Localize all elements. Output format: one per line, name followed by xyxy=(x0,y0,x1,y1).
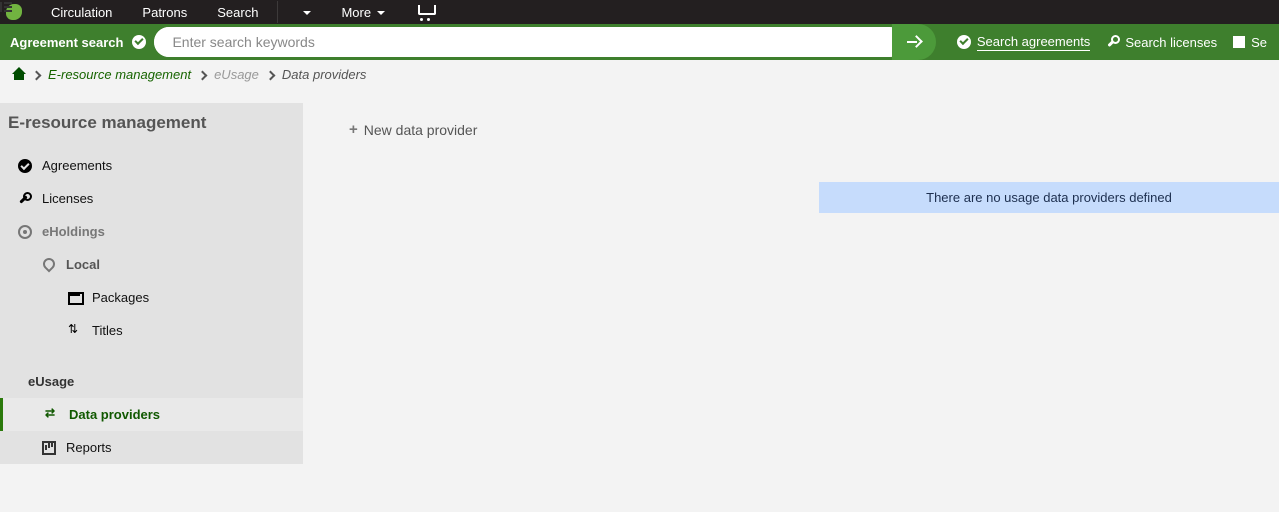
sidebar-item-titles[interactable]: Titles xyxy=(0,314,303,347)
sidebar-item-label: Licenses xyxy=(42,191,93,206)
search-licenses-link[interactable]: Search licenses xyxy=(1106,35,1217,50)
search-licenses-label: Search licenses xyxy=(1125,35,1217,50)
wrench-icon xyxy=(1106,36,1119,49)
sidebar-item-label: Packages xyxy=(92,290,149,305)
breadcrumb-section: eUsage xyxy=(214,67,259,82)
breadcrumb-page: Data providers xyxy=(282,67,367,82)
topnav-search-options[interactable] xyxy=(282,5,326,20)
sidebar-item-reports[interactable]: Reports xyxy=(0,431,303,464)
topnav-more[interactable]: More xyxy=(326,5,400,20)
sidebar-item-label: Titles xyxy=(92,323,123,338)
sidebar-title: E-resource management xyxy=(0,105,303,149)
main-content: New data provider There are no usage dat… xyxy=(303,103,1279,464)
cart-icon[interactable] xyxy=(418,5,434,19)
app-logo[interactable] xyxy=(6,4,22,20)
search-bar: Agreement search Search agreements Searc… xyxy=(0,24,1279,60)
chevron-right-icon xyxy=(267,67,274,82)
sidebar-item-label: eHoldings xyxy=(42,224,105,239)
sidebar-item-label: Reports xyxy=(66,440,112,455)
sidebar-section-eusage[interactable]: eUsage xyxy=(0,365,303,398)
package-icon xyxy=(68,291,82,305)
topnav-search[interactable]: Search xyxy=(202,5,273,20)
sidebar-item-label: Local xyxy=(66,257,100,272)
search-input[interactable] xyxy=(154,27,903,57)
check-circle-icon xyxy=(18,159,32,173)
search-third-label: Se xyxy=(1251,35,1267,50)
sidebar: E-resource management Agreements License… xyxy=(0,103,303,464)
report-icon xyxy=(42,441,56,455)
empty-state-message: There are no usage data providers define… xyxy=(819,182,1279,213)
wrench-icon xyxy=(18,192,32,206)
sidebar-item-eholdings[interactable]: eHoldings xyxy=(0,215,303,248)
sidebar-item-licenses[interactable]: Licenses xyxy=(0,182,303,215)
sidebar-item-packages[interactable]: Packages xyxy=(0,281,303,314)
sidebar-item-label: Data providers xyxy=(69,407,160,422)
sidebar-item-data-providers[interactable]: Data providers xyxy=(0,398,303,431)
target-icon xyxy=(18,225,32,239)
sidebar-section-label: eUsage xyxy=(28,374,74,389)
topnav-divider xyxy=(277,1,278,23)
sidebar-item-local[interactable]: Local xyxy=(0,248,303,281)
search-agreements-label: Search agreements xyxy=(977,34,1090,51)
new-data-provider-label: New data provider xyxy=(364,122,478,138)
content-layout: E-resource management Agreements License… xyxy=(0,103,1279,464)
topnav-circulation[interactable]: Circulation xyxy=(36,5,127,20)
exchange-icon xyxy=(45,408,59,422)
topnav-patrons[interactable]: Patrons xyxy=(127,5,202,20)
search-third-link[interactable]: Se xyxy=(1233,35,1267,50)
submit-search-button[interactable] xyxy=(892,24,936,60)
sidebar-item-agreements[interactable]: Agreements xyxy=(0,149,303,182)
agreement-search-label: Agreement search xyxy=(10,35,160,50)
search-scope-links: Search agreements Search licenses Se xyxy=(936,34,1279,51)
new-data-provider-button[interactable]: New data provider xyxy=(349,121,1259,138)
top-nav: Circulation Patrons Search More xyxy=(0,0,1279,24)
sort-icon xyxy=(68,324,82,338)
home-icon[interactable] xyxy=(13,69,25,80)
agreement-search-text: Agreement search xyxy=(10,35,123,50)
breadcrumb: E-resource management eUsage Data provid… xyxy=(0,60,1279,89)
plus-icon xyxy=(349,121,358,138)
chevron-right-icon xyxy=(199,67,206,82)
check-icon xyxy=(957,35,971,49)
box-icon xyxy=(1233,36,1245,48)
pin-icon xyxy=(42,258,56,272)
sidebar-item-label: Agreements xyxy=(42,158,112,173)
arrow-right-icon xyxy=(907,36,921,48)
breadcrumb-module[interactable]: E-resource management xyxy=(48,67,191,82)
check-icon xyxy=(132,35,146,49)
search-input-wrap xyxy=(154,27,903,57)
chevron-right-icon xyxy=(33,67,40,82)
search-agreements-link[interactable]: Search agreements xyxy=(948,34,1090,51)
